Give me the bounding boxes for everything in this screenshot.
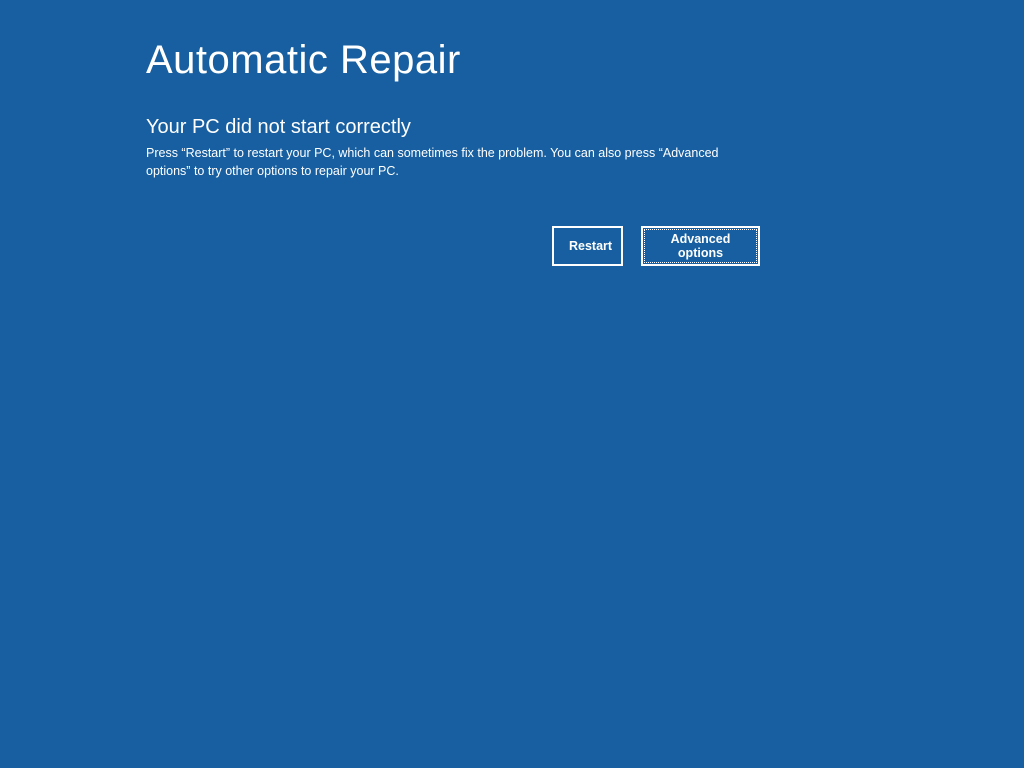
advanced-options-button[interactable]: Advanced options xyxy=(641,226,760,266)
page-title: Automatic Repair xyxy=(146,38,760,83)
repair-container: Automatic Repair Your PC did not start c… xyxy=(0,0,760,266)
page-description: Press “Restart” to restart your PC, whic… xyxy=(146,145,751,180)
page-subtitle: Your PC did not start correctly xyxy=(146,116,760,139)
restart-button[interactable]: Restart xyxy=(552,226,623,266)
button-row: Restart Advanced options xyxy=(552,226,760,266)
